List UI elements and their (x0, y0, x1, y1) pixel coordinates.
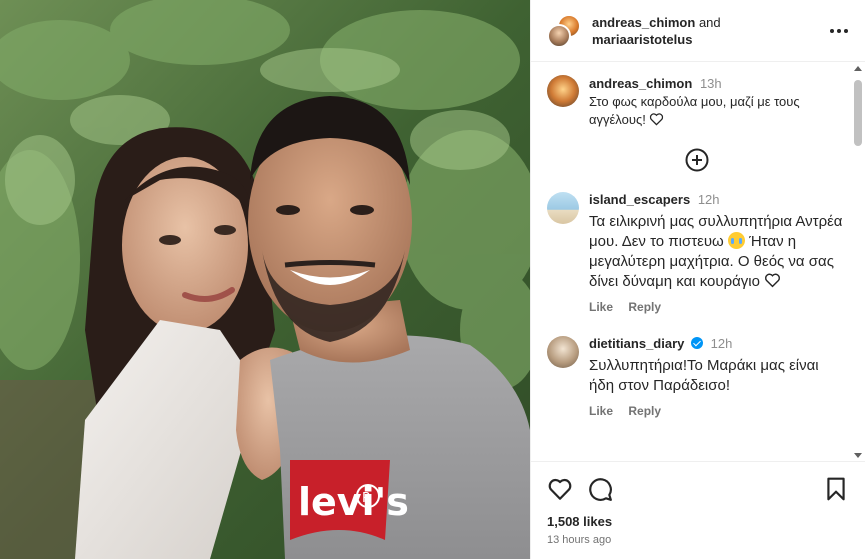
like-comment-button[interactable]: Like (589, 404, 613, 418)
scroll-down-arrow-icon[interactable] (854, 453, 862, 458)
bookmark-icon[interactable] (823, 476, 849, 502)
header-username-1[interactable]: andreas_chimon (592, 15, 695, 30)
registered-mark: R (362, 491, 371, 506)
more-horizontal-icon (830, 28, 834, 33)
heart-icon (765, 273, 781, 288)
post-side-panel: andreas_chimon and mariaaristotelus andr… (530, 0, 865, 559)
plus-circle-icon[interactable] (685, 148, 709, 172)
avatar[interactable] (547, 192, 579, 224)
heart-icon (650, 113, 664, 126)
post-photo[interactable]: levi's R (0, 0, 530, 559)
header-joiner: and (698, 14, 721, 30)
crying-face-icon (727, 232, 745, 249)
action-bar (547, 474, 849, 504)
comment-text: Τα ειλικρινή μας συλλυπητήρια Αντρέα μου… (589, 213, 843, 250)
avatar[interactable] (547, 23, 571, 48)
comment-item: island_escapers 12h Τα ειλικρινή μας συλ… (547, 192, 847, 314)
caption-username[interactable]: andreas_chimon (589, 76, 692, 91)
comment-time[interactable]: 12h (698, 192, 720, 207)
collab-names: andreas_chimon and mariaaristotelus (592, 14, 827, 48)
reply-button[interactable]: Reply (628, 300, 661, 314)
more-options-button[interactable] (827, 19, 851, 43)
collab-avatars[interactable] (547, 13, 581, 48)
caption-time[interactable]: 13h (700, 76, 722, 91)
avatar[interactable] (547, 336, 579, 368)
caption-text: Στο φως καρδούλα μου, μαζί με τους αγγέλ… (589, 94, 800, 127)
header-username-2[interactable]: mariaaristotelus (592, 32, 692, 47)
scroll-thumb[interactable] (854, 80, 862, 146)
comment-username[interactable]: island_escapers (589, 192, 690, 207)
reply-button[interactable]: Reply (628, 404, 661, 418)
post-timestamp[interactable]: 13 hours ago (547, 534, 849, 546)
comments-scrollbar[interactable] (853, 66, 863, 458)
post-header: andreas_chimon and mariaaristotelus (531, 0, 865, 62)
couple-selfie-image: levi's R (0, 0, 530, 559)
comment-text: Συλλυπητήρια!Το Μαράκι μας είναι ήδη στο… (589, 357, 819, 394)
scroll-up-arrow-icon[interactable] (854, 66, 862, 71)
comment-time[interactable]: 12h (711, 336, 733, 351)
verified-badge-icon (691, 337, 703, 349)
shirt-logo-text: levi's (298, 480, 409, 524)
comments-list[interactable]: andreas_chimon 13h Στο φως καρδούλα μου,… (531, 63, 865, 461)
likes-count[interactable]: 1,508 likes (547, 514, 849, 529)
heart-icon[interactable] (547, 476, 573, 502)
post-caption: andreas_chimon 13h Στο φως καρδούλα μου,… (547, 63, 847, 129)
post-footer: 1,508 likes 13 hours ago (531, 461, 865, 559)
comment-icon[interactable] (587, 476, 613, 502)
comment-username[interactable]: dietitians_diary (589, 336, 684, 351)
like-comment-button[interactable]: Like (589, 300, 613, 314)
comment-item: dietitians_diary 12h Συλλυπητήρια!Το Μαρ… (547, 336, 847, 418)
avatar[interactable] (547, 75, 579, 107)
